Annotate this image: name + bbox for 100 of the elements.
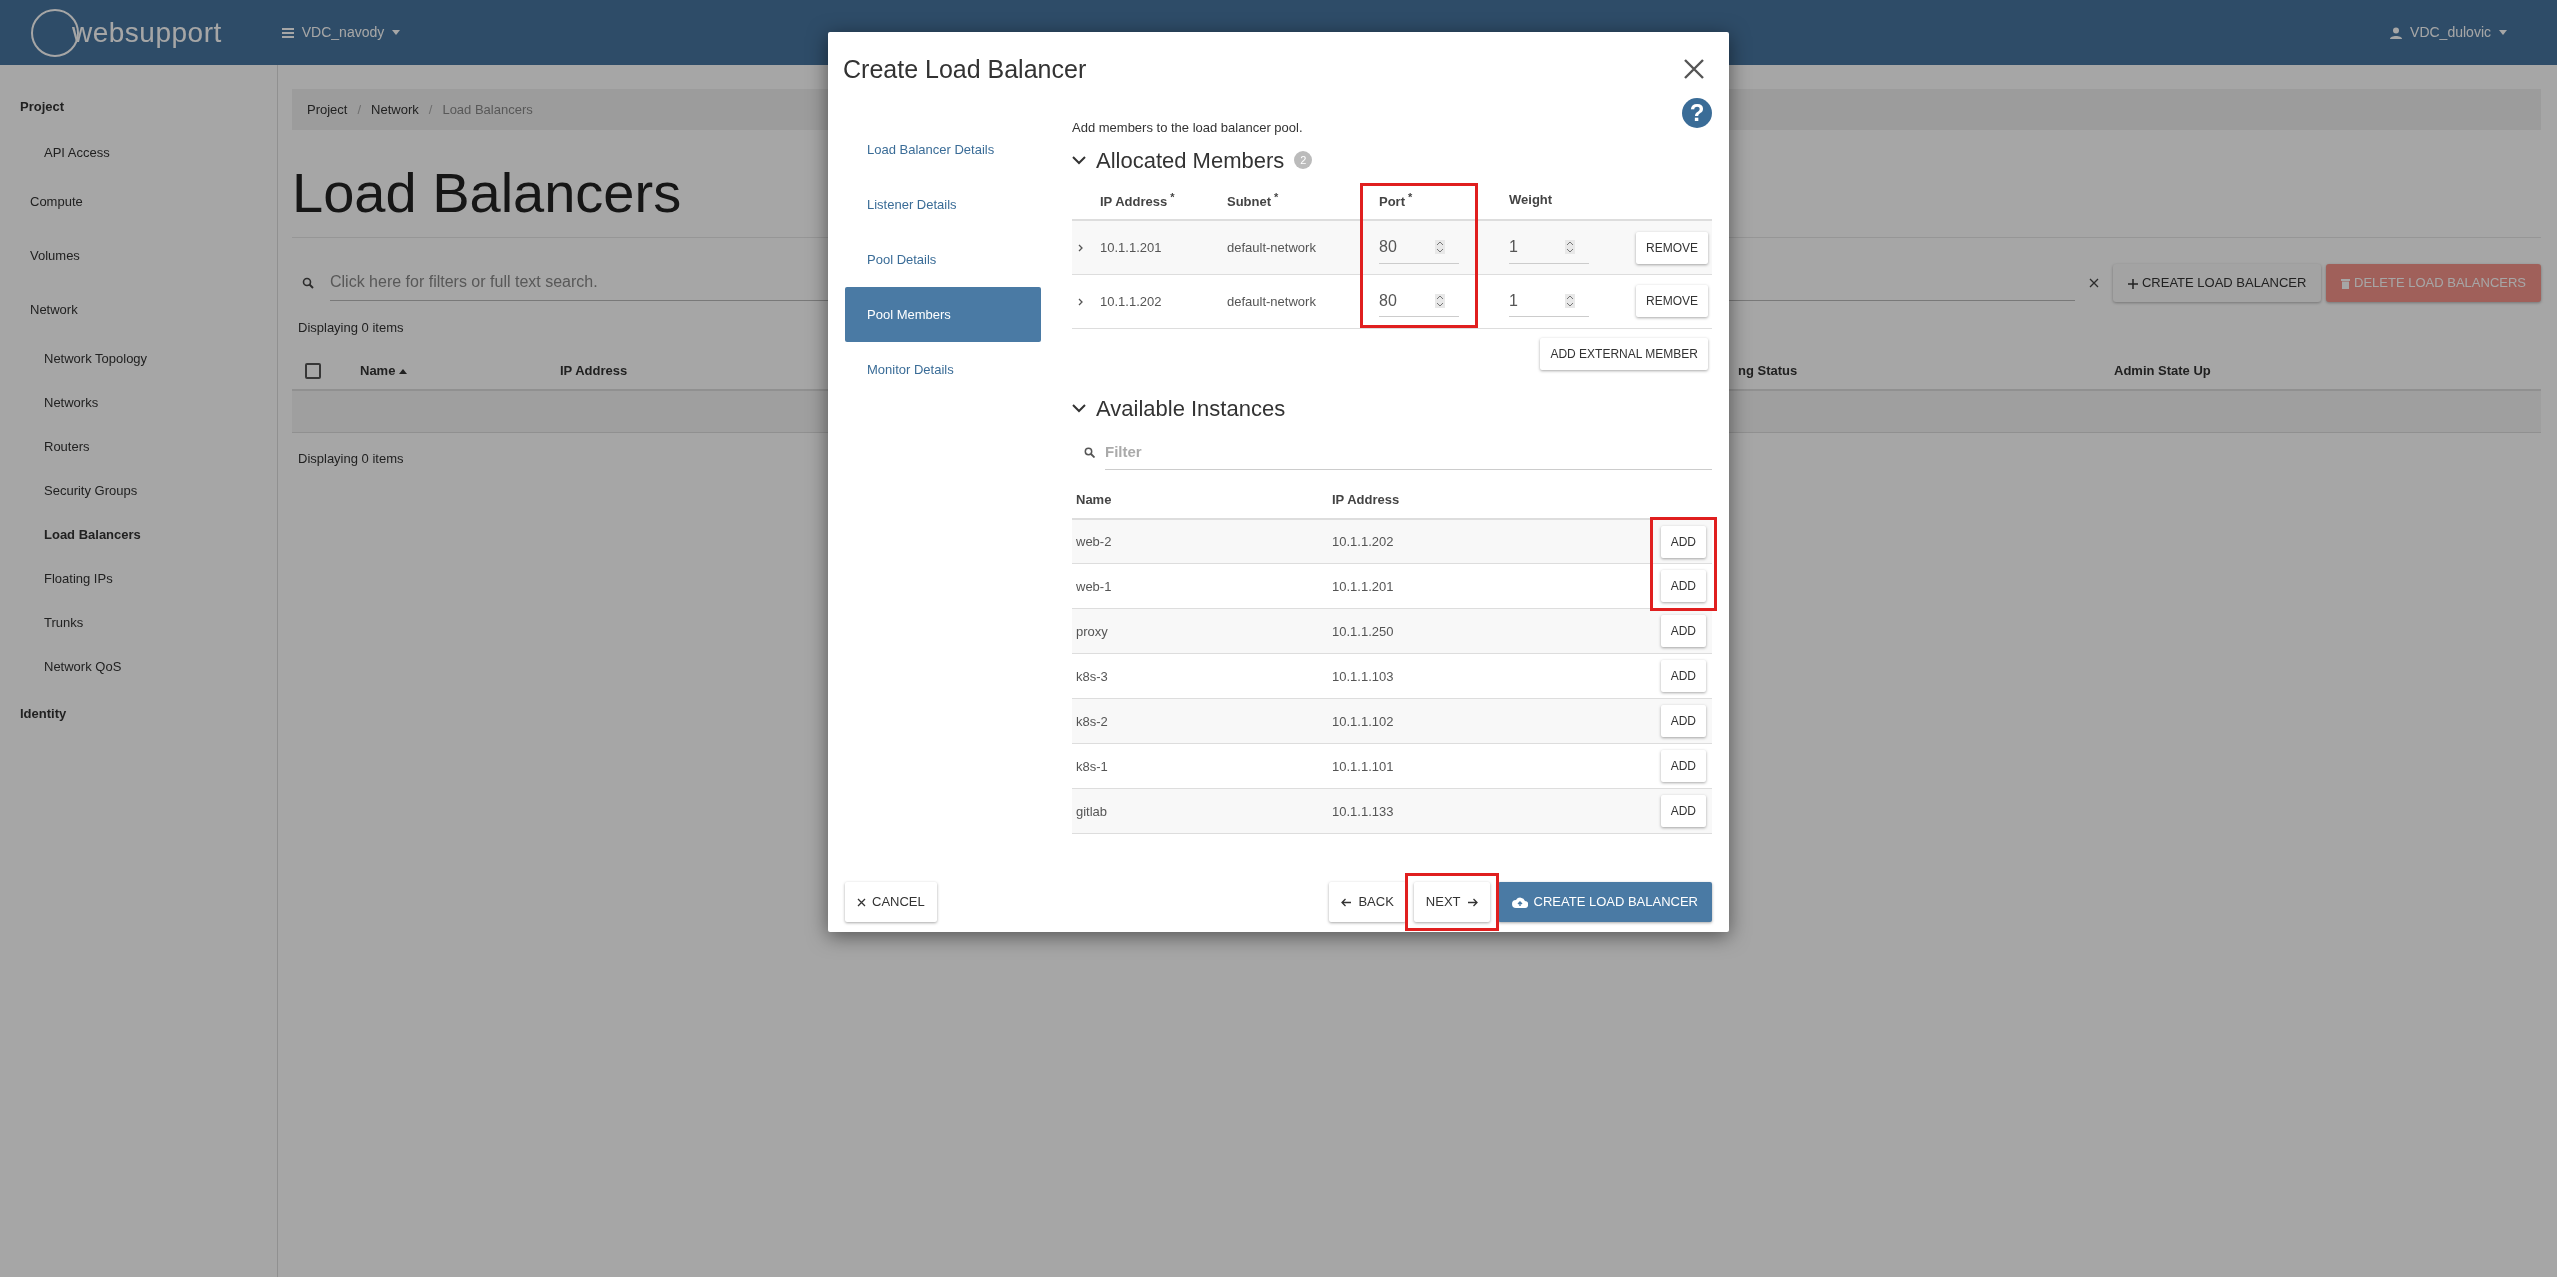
spinner-icon[interactable] <box>1435 240 1445 255</box>
sidebar-item[interactable]: Network <box>0 283 277 337</box>
remove-button[interactable]: REMOVE <box>1636 285 1708 318</box>
table-cell: web-2 <box>1076 533 1112 549</box>
add-button[interactable]: ADD <box>1660 525 1706 558</box>
column-header: IP Address <box>1100 193 1168 209</box>
table-cell: 10.1.1.133 <box>1332 803 1394 819</box>
remove-button[interactable]: REMOVE <box>1636 231 1708 264</box>
table-cell: web-1 <box>1076 578 1112 594</box>
table-cell: k8s-2 <box>1076 713 1108 729</box>
item-count: Displaying 0 items <box>298 451 404 466</box>
expand-chevron-icon[interactable] <box>1078 298 1083 307</box>
sidebar-item[interactable]: Routers <box>0 425 277 469</box>
table-cell: default-network <box>1227 293 1316 309</box>
sidebar-item[interactable]: Load Balancers <box>0 513 277 557</box>
wizard-step[interactable]: Listener Details <box>845 177 1041 232</box>
sort-caret-icon <box>399 368 408 374</box>
count-badge: 2 <box>1294 151 1313 169</box>
column-header: Admin State Up <box>2114 362 2211 381</box>
column-header: Subnet <box>1227 193 1272 209</box>
cloud-upload-icon <box>1511 896 1528 908</box>
sidebar-item[interactable]: Network Topology <box>0 337 277 381</box>
sidebar-group[interactable]: Project <box>0 82 277 131</box>
close-icon <box>1684 59 1704 80</box>
required-mark: * <box>1170 190 1175 203</box>
list-icon <box>281 27 294 38</box>
add-button[interactable]: ADD <box>1660 660 1706 693</box>
table-cell: 10.1.1.202 <box>1332 533 1394 549</box>
weight-field[interactable]: 1 <box>1509 288 1565 313</box>
port-field[interactable]: 80 <box>1379 235 1435 260</box>
chevron-icon[interactable] <box>1072 155 1086 165</box>
breadcrumb-separator: / <box>428 100 433 119</box>
table-cell: 10.1.1.250 <box>1332 623 1394 639</box>
create-button[interactable]: CREATE LOAD BALANCER <box>2113 264 2322 302</box>
table-cell: 10.1.1.201 <box>1332 578 1394 594</box>
sidebar-item[interactable]: Floating IPs <box>0 557 277 601</box>
search-icon <box>302 276 314 289</box>
clear-icon[interactable] <box>2089 277 2100 288</box>
table-cell: 10.1.1.102 <box>1332 713 1394 729</box>
back-button[interactable]: BACK <box>1329 882 1406 922</box>
sidebar-group[interactable]: Identity <box>0 689 277 738</box>
required-mark: * <box>1408 190 1413 203</box>
select-all-checkbox[interactable] <box>305 363 321 379</box>
caret-icon <box>2499 30 2507 35</box>
breadcrumb-link[interactable]: Project <box>307 99 348 120</box>
add-button[interactable]: ADD <box>1660 705 1706 738</box>
expand-chevron-icon[interactable] <box>1078 244 1083 253</box>
wizard-step[interactable]: Pool Members <box>845 287 1041 342</box>
table-cell: k8s-3 <box>1076 668 1108 684</box>
chevron-icon[interactable] <box>1072 403 1086 413</box>
port-field[interactable]: 80 <box>1379 288 1435 313</box>
spinner-icon[interactable] <box>1565 240 1575 255</box>
spinner-icon[interactable] <box>1565 293 1575 308</box>
add-button[interactable]: ADD <box>1660 615 1706 648</box>
project-selector[interactable]: VDC_navody <box>301 22 385 43</box>
breadcrumb-link[interactable]: Network <box>371 99 419 120</box>
sidebar-item[interactable]: Volumes <box>0 229 277 283</box>
create-button[interactable]: CREATE LOAD BALANCER <box>1497 882 1712 922</box>
column-header[interactable]: Name <box>360 361 396 381</box>
column-header: ng Status <box>1738 362 1798 381</box>
table-cell: k8s-1 <box>1076 758 1108 774</box>
sidebar-item[interactable]: Compute <box>0 175 277 229</box>
item-count: Displaying 0 items <box>298 319 404 335</box>
wizard-step[interactable]: Monitor Details <box>845 342 1041 397</box>
breadcrumb-separator: / <box>357 100 362 119</box>
plus-icon <box>2128 278 2139 289</box>
trash-icon <box>2341 278 2351 290</box>
cancel-button[interactable]: CANCEL <box>845 882 937 922</box>
user-icon <box>2390 26 2403 39</box>
search-icon <box>1084 447 1095 459</box>
column-header: IP Address <box>560 362 628 381</box>
sidebar-item[interactable]: Network QoS <box>0 645 277 689</box>
column-header: Port <box>1379 193 1405 209</box>
table-cell: 10.1.1.101 <box>1332 758 1394 774</box>
caret-icon <box>392 30 401 35</box>
user-menu[interactable]: VDC_dulovic <box>2410 22 2491 43</box>
add-button[interactable]: ADD <box>1660 795 1706 828</box>
add-button[interactable]: ADD <box>1660 570 1706 603</box>
add-button[interactable]: ADD <box>1660 750 1706 783</box>
spinner-icon[interactable] <box>1435 293 1445 308</box>
sidebar-item[interactable]: API Access <box>0 131 277 175</box>
add-external-member-button[interactable]: ADD EXTERNAL MEMBER <box>1540 337 1708 370</box>
section-title: Allocated Members <box>1096 146 1285 175</box>
table-cell: default-network <box>1227 239 1316 255</box>
table-cell: 10.1.1.103 <box>1332 668 1394 684</box>
close-icon <box>857 897 866 907</box>
help-button[interactable]: ? <box>1682 98 1712 128</box>
column-header: Name <box>1076 492 1112 508</box>
sidebar-item[interactable]: Networks <box>0 381 277 425</box>
table-cell: proxy <box>1076 623 1108 639</box>
sidebar-item[interactable]: Security Groups <box>0 469 277 513</box>
intro-text: Add members to the load balancer pool. <box>1072 119 1304 137</box>
next-button[interactable]: NEXT <box>1413 882 1490 922</box>
column-header: Weight <box>1509 192 1553 208</box>
arrow-left-icon <box>1341 897 1353 907</box>
modal-title: Create Load Balancer <box>843 54 1087 84</box>
section-title: Available Instances <box>1096 394 1286 423</box>
table-cell: gitlab <box>1076 803 1108 819</box>
sidebar-item[interactable]: Trunks <box>0 601 277 645</box>
required-mark: * <box>1274 190 1279 203</box>
